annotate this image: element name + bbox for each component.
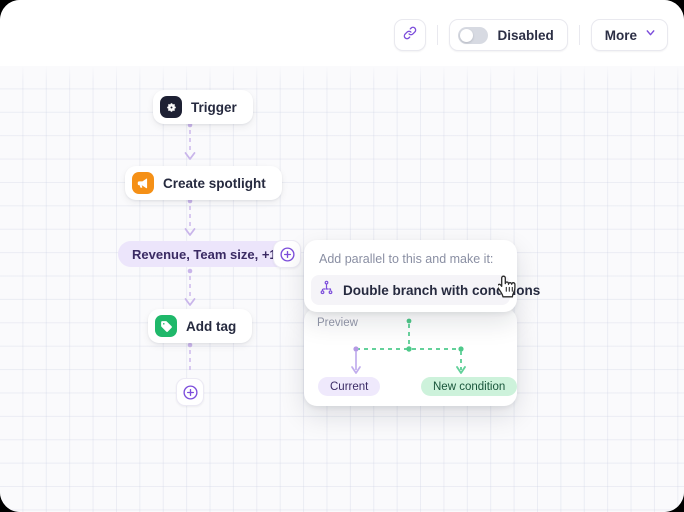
tag-icon [155,315,177,337]
node-add-tag[interactable]: Add tag [148,309,253,343]
chevron-down-icon [644,26,657,44]
add-parallel-popup: Add parallel to this and make it: Double… [304,240,540,312]
preview-pill-current: Current [318,377,381,396]
toolbar-divider-1 [437,25,439,45]
toggle-label: Disabled [497,27,554,43]
node-label: Trigger [191,99,237,115]
node-label: Add tag [186,318,237,334]
branch-preview-card: Preview Current New condition [304,308,517,406]
enable-disable-toggle[interactable]: Disabled [449,19,568,51]
node-label: Create spotlight [163,175,266,191]
link-button[interactable] [394,19,427,51]
connector-condition-to-addtag [184,268,196,306]
preview-pill-new-condition: New condition [421,377,517,396]
more-label: More [604,27,637,43]
toolbar-divider-2 [578,25,580,45]
connector-addtag-to-add [187,342,193,370]
more-button[interactable]: More [590,19,668,51]
add-parallel-branch-button[interactable] [273,240,301,268]
popup-item-double-branch[interactable]: Double branch with conditions [311,275,540,305]
popup-item-label: Double branch with conditions [343,282,541,298]
popup-title: Add parallel to this and make it: [319,252,494,266]
megaphone-icon [132,172,154,194]
node-create-spotlight[interactable]: Create spotlight [125,166,282,200]
node-trigger[interactable]: Trigger [153,90,253,124]
toggle-switch[interactable] [458,26,489,44]
toggle-knob [460,28,474,42]
connector-trigger-to-spotlight [184,122,196,160]
condition-pill[interactable]: Revenue, Team size, +1 [118,241,291,267]
toolbar: Disabled More [0,0,684,66]
link-icon [402,25,418,46]
add-step-button[interactable] [176,378,204,406]
connector-spotlight-to-condition [184,198,196,236]
gear-icon [160,96,182,118]
branch-icon [319,280,334,300]
canvas-fade [0,66,684,82]
app-window: Disabled More Trigger Create spotlight R… [0,0,684,512]
